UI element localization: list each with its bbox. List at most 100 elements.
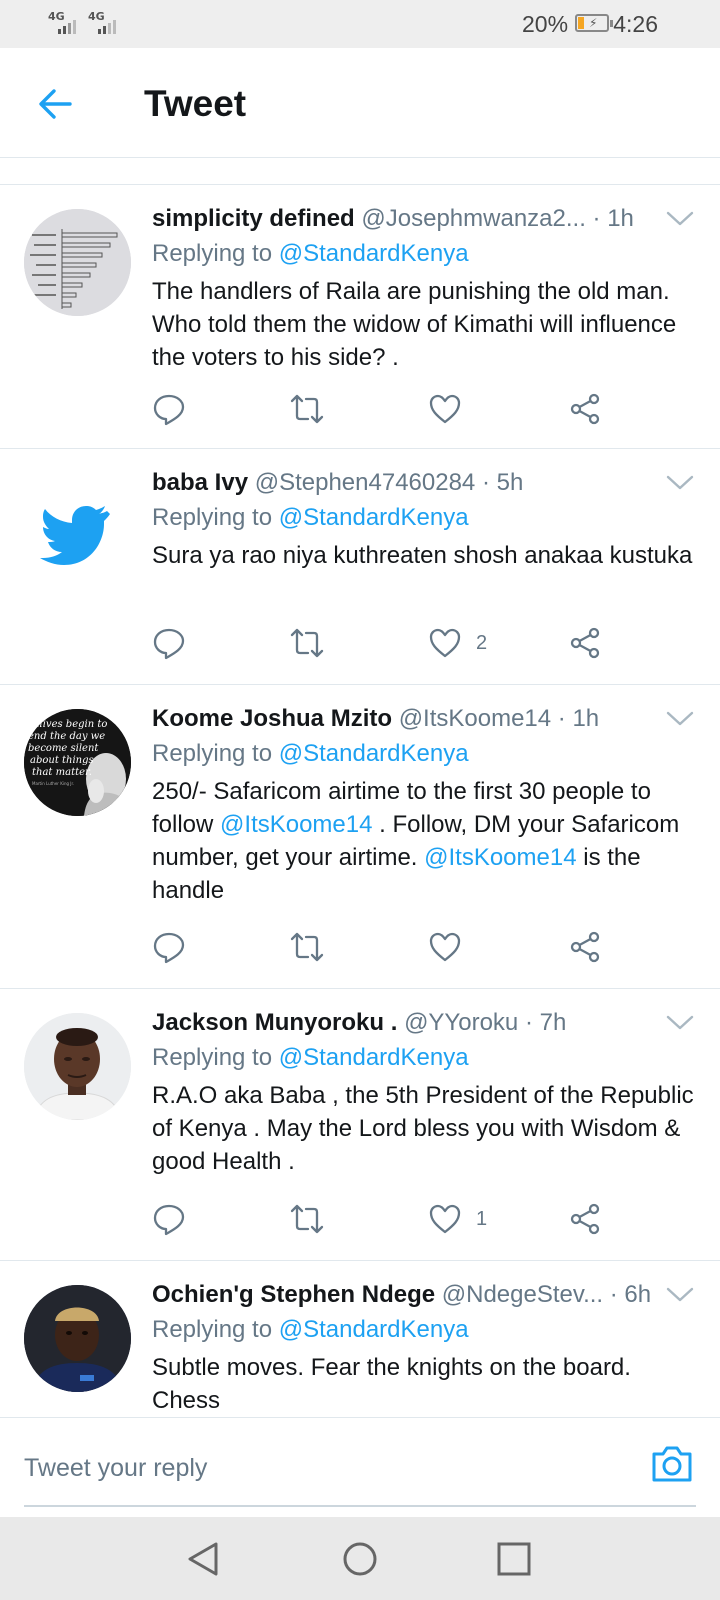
tweet-body: Jackson Munyoroku . @YYoroku · 7h Replyi…: [152, 1005, 696, 1178]
retweet-button[interactable]: [288, 625, 326, 661]
battery-percent: 20%: [522, 11, 569, 37]
chevron-down-icon[interactable]: [666, 711, 694, 727]
tweet[interactable]: Ochien'g Stephen Ndege @NdegeStev... · 6…: [0, 1261, 720, 1417]
like-button[interactable]: [428, 929, 476, 965]
reply-button[interactable]: [152, 929, 186, 965]
share-icon: [570, 393, 600, 425]
avatar-quote-image: ...lives begin to end the day we become …: [24, 709, 131, 816]
tweet-body: baba Ivy @Stephen47460284 · 5h Replying …: [152, 465, 696, 572]
replying-to-mention[interactable]: @StandardKenya: [279, 1316, 469, 1343]
timestamp: · 1h: [592, 205, 634, 232]
avatar[interactable]: [24, 209, 131, 316]
tweet-body: simplicity defined @Josephmwanza2... · 1…: [152, 201, 696, 374]
page-title: Tweet: [144, 83, 247, 124]
heart-icon: [429, 1204, 461, 1234]
avatar-photo: [24, 1285, 131, 1392]
top-app-bar: Tweet: [0, 48, 720, 158]
tweet[interactable]: baba Ivy @Stephen47460284 · 5h Replying …: [0, 449, 720, 685]
avatar-quote-line: about things: [30, 755, 94, 766]
avatar-quote-line: that matter.: [32, 767, 92, 778]
signal-bars-icon: [58, 20, 76, 34]
reply-button[interactable]: [152, 391, 186, 427]
chevron-down-icon[interactable]: [666, 1287, 694, 1303]
tweet-text: 250/- Safaricom airtime to the first 30 …: [152, 775, 696, 907]
retweet-icon: [290, 1204, 324, 1234]
handle[interactable]: @Stephen47460284: [255, 469, 476, 496]
reply-input[interactable]: Tweet your reply: [24, 1454, 207, 1483]
reply-icon: [153, 628, 185, 660]
mention-link[interactable]: @ItsKoome14: [220, 811, 372, 838]
tweet[interactable]: ...lives begin to end the day we become …: [0, 685, 720, 989]
tweet-header: simplicity defined @Josephmwanza2... · 1…: [152, 201, 696, 237]
handle[interactable]: @NdegeStev...: [442, 1281, 603, 1308]
share-button[interactable]: [568, 929, 602, 965]
replying-to-mention[interactable]: @StandardKenya: [279, 1044, 469, 1071]
tweet-actions: [152, 929, 612, 969]
replying-to-mention[interactable]: @StandardKenya: [279, 504, 469, 531]
like-button[interactable]: [428, 391, 476, 427]
square-recents-icon[interactable]: [494, 1539, 534, 1579]
share-icon: [570, 931, 600, 963]
replying-to: Replying to @StandardKenya: [152, 1313, 696, 1347]
reply-button[interactable]: [152, 625, 186, 661]
display-name[interactable]: simplicity defined: [152, 205, 355, 232]
share-button[interactable]: [568, 391, 602, 427]
avatar-quote-line: become silent: [28, 743, 99, 754]
like-button[interactable]: 2: [428, 625, 487, 661]
triangle-back-icon[interactable]: [184, 1539, 224, 1579]
retweet-button[interactable]: [288, 1201, 326, 1237]
avatar[interactable]: [24, 1285, 131, 1392]
reply-button[interactable]: [152, 1201, 186, 1237]
replying-to-mention[interactable]: @StandardKenya: [279, 240, 469, 267]
avatar[interactable]: ...lives begin to end the day we become …: [24, 709, 131, 816]
avatar[interactable]: [24, 473, 131, 580]
like-count: 1: [476, 1207, 488, 1230]
display-name[interactable]: baba Ivy: [152, 469, 248, 496]
circle-home-icon[interactable]: [340, 1539, 380, 1579]
timestamp: · 1h: [557, 705, 600, 732]
like-button[interactable]: 1: [428, 1201, 487, 1237]
display-name[interactable]: Koome Joshua Mzito: [152, 705, 392, 732]
timestamp: · 7h: [524, 1009, 567, 1036]
display-name[interactable]: Jackson Munyoroku .: [152, 1009, 397, 1036]
retweet-icon: [290, 932, 324, 962]
reply-icon: [153, 932, 185, 964]
chevron-down-icon[interactable]: [666, 211, 694, 227]
chevron-down-icon[interactable]: [666, 1015, 694, 1031]
replying-to: Replying to @StandardKenya: [152, 737, 696, 771]
avatar-chart-image: [24, 209, 131, 316]
avatar-quote-line: end the day we: [28, 731, 105, 742]
share-icon: [570, 627, 600, 659]
display-name[interactable]: Ochien'g Stephen Ndege: [152, 1281, 435, 1308]
signal-bars-icon: [98, 20, 116, 34]
handle[interactable]: @Josephmwanza2...: [361, 205, 585, 232]
share-button[interactable]: [568, 1201, 602, 1237]
avatar[interactable]: [24, 1013, 131, 1120]
camera-icon[interactable]: [650, 1444, 694, 1484]
replying-to-label: Replying to: [152, 1316, 273, 1343]
handle[interactable]: @ItsKoome14: [399, 705, 551, 732]
tweet-body: Ochien'g Stephen Ndege @NdegeStev... · 6…: [152, 1277, 696, 1417]
replying-to-label: Replying to: [152, 1044, 273, 1071]
heart-icon: [429, 394, 461, 424]
arrow-left-icon[interactable]: [36, 84, 76, 124]
tweet[interactable]: Jackson Munyoroku . @YYoroku · 7h Replyi…: [0, 989, 720, 1261]
reply-feed[interactable]: simplicity defined @Josephmwanza2... · 1…: [0, 185, 720, 1417]
replying-to-label: Replying to: [152, 240, 273, 267]
retweet-button[interactable]: [288, 391, 326, 427]
retweet-button[interactable]: [288, 929, 326, 965]
share-icon: [570, 1203, 600, 1235]
share-button[interactable]: [568, 625, 602, 661]
tweet-text: Subtle moves. Fear the knights on the bo…: [152, 1351, 696, 1417]
tweet-body: Koome Joshua Mzito @ItsKoome14 · 1h Repl…: [152, 701, 696, 907]
chevron-down-icon[interactable]: [666, 475, 694, 491]
replying-to-label: Replying to: [152, 504, 273, 531]
clock: 4:26: [613, 11, 658, 37]
battery-icon: ⚡: [569, 14, 613, 37]
handle[interactable]: @YYoroku: [404, 1009, 518, 1036]
mention-link[interactable]: @ItsKoome14: [424, 844, 576, 871]
tweet[interactable]: simplicity defined @Josephmwanza2... · 1…: [0, 185, 720, 449]
tweet-actions: 2: [152, 625, 612, 665]
replying-to-mention[interactable]: @StandardKenya: [279, 740, 469, 767]
status-bar: 4G 4G 20% ⚡ 4:26: [0, 0, 720, 48]
